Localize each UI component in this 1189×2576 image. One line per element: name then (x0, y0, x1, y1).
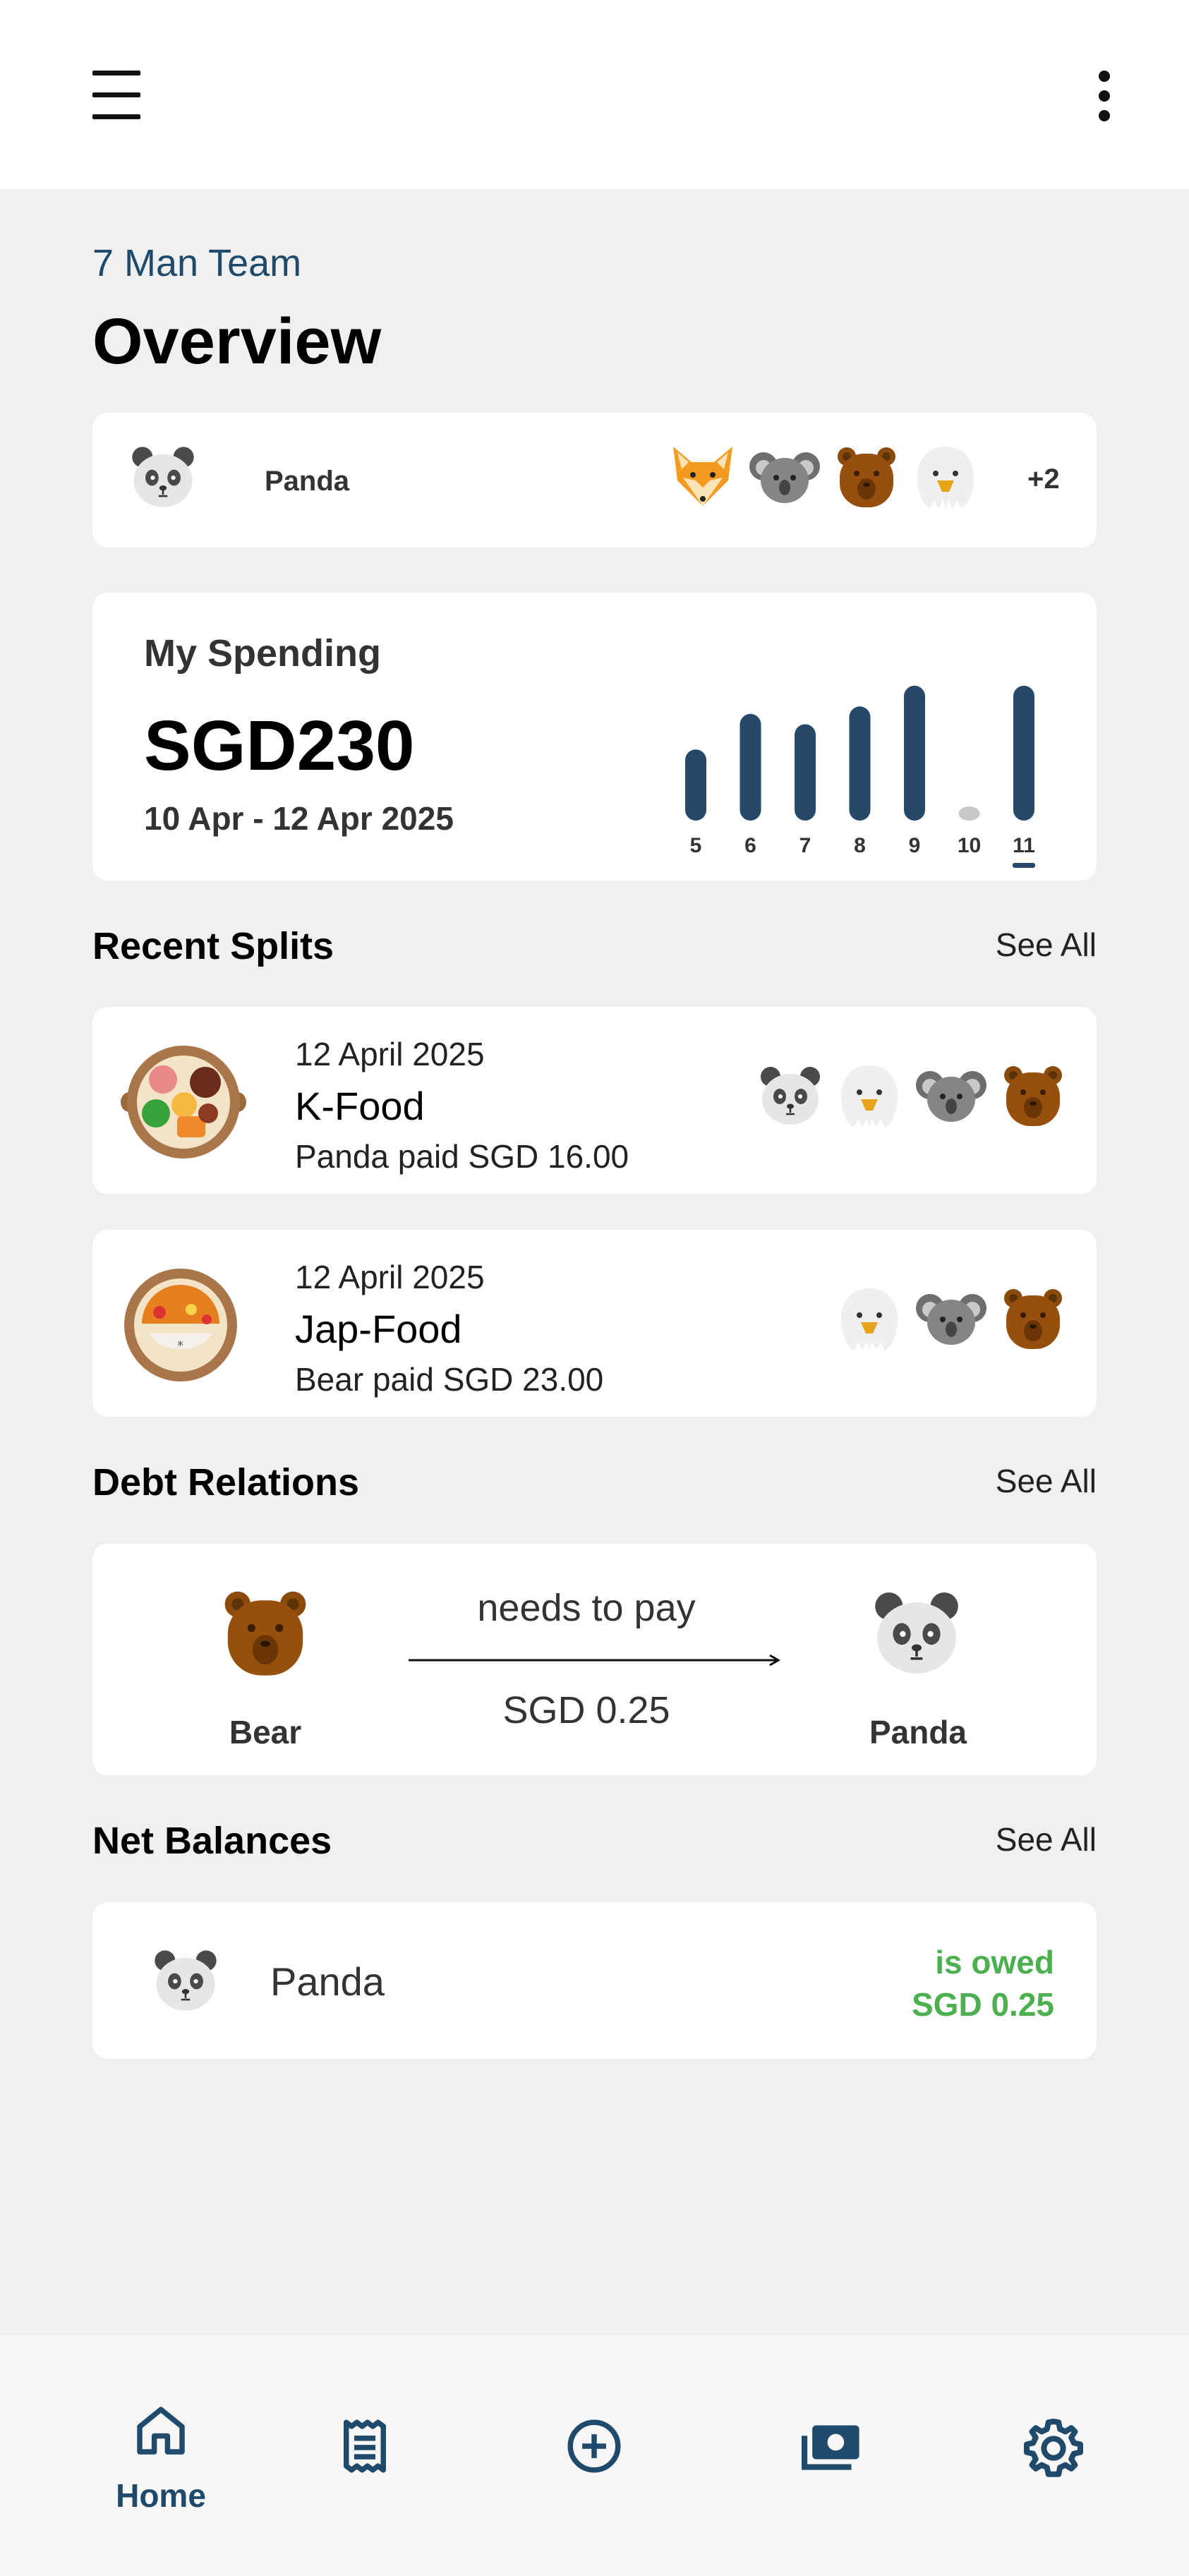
selected-day-indicator (1013, 863, 1035, 868)
member-name: Panda (265, 466, 350, 497)
bottom-navigation: Home (0, 2335, 1189, 2576)
debt-relations-see-all[interactable]: See All (996, 1462, 1097, 1500)
spending-date-range: 10 Apr - 12 Apr 2025 (144, 800, 454, 837)
net-balances-title: Net Balances (92, 1820, 332, 1862)
kebab-icon[interactable] (1090, 71, 1118, 121)
balance-status: is owed (935, 1944, 1054, 1981)
nav-balances[interactable] (760, 2414, 901, 2478)
group-name: 7 Man Team (92, 242, 302, 284)
panda-icon (126, 440, 200, 513)
spending-tick-10: 10 (958, 834, 981, 857)
spending-label: My Spending (144, 632, 381, 675)
more-members-count: +2 (1027, 464, 1060, 495)
spending-tick-9: 9 (909, 834, 921, 857)
net-balance-card[interactable]: Panda is owed SGD 0.25 (92, 1902, 1097, 2059)
balance-amount: SGD 0.25 (912, 1986, 1054, 2023)
spending-bar-6 (740, 713, 761, 821)
debt-relations-title: Debt Relations (92, 1461, 360, 1504)
nav-add[interactable] (524, 2414, 665, 2478)
spending-bar-chart: 5 6 7 8 9 10 11 (685, 685, 1035, 868)
spending-tick-5: 5 (690, 834, 702, 857)
spending-bar-11 (1013, 685, 1034, 821)
creditor-name: Panda (869, 1714, 967, 1750)
member-avatars (668, 441, 981, 512)
koala-icon (747, 441, 823, 512)
fox-icon (668, 441, 738, 512)
split-participants (755, 1060, 1068, 1130)
bear-icon (998, 1060, 1068, 1130)
split-name: K-Food (295, 1084, 425, 1128)
nav-settings[interactable] (983, 2414, 1124, 2482)
eagle-icon (910, 441, 981, 512)
split-card-jap-food[interactable]: * 12 April 2025 Jap-Food Bear paid SGD 2… (92, 1230, 1097, 1417)
koala-icon (913, 1283, 989, 1353)
top-app-bar (0, 0, 1189, 189)
spending-bar-5 (685, 749, 706, 821)
nav-receipts[interactable] (294, 2414, 435, 2478)
spending-tick-6: 6 (744, 834, 756, 857)
recent-splits-see-all[interactable]: See All (996, 926, 1097, 964)
nav-home-label: Home (116, 2477, 206, 2514)
recent-splits-title: Recent Splits (92, 925, 334, 967)
svg-text:*: * (177, 1338, 183, 1353)
eagle-icon (834, 1060, 905, 1130)
eagle-icon (834, 1283, 905, 1353)
koala-icon (913, 1060, 989, 1130)
receipt-icon (344, 2419, 386, 2473)
nav-home[interactable]: Home (90, 2399, 231, 2515)
page-title: Overview (92, 306, 382, 377)
curry-rice-icon: * (124, 1269, 237, 1381)
panda-icon (867, 1583, 966, 1681)
spending-bar-8 (849, 706, 871, 821)
debt-verb: needs to pay (477, 1587, 696, 1629)
spending-tick-7: 7 (799, 834, 811, 857)
bear-icon (998, 1283, 1068, 1353)
spending-card[interactable]: My Spending SGD230 10 Apr - 12 Apr 2025 … (92, 593, 1097, 881)
spending-bar-7 (795, 724, 816, 821)
bear-icon (216, 1583, 315, 1681)
panda-icon (149, 1943, 222, 2016)
debt-relation-card[interactable]: Bear needs to pay SGD 0.25 Panda (92, 1544, 1097, 1775)
split-paid-by: Bear paid SGD 23.00 (295, 1361, 604, 1398)
settings-icon (1024, 2419, 1083, 2477)
spending-bar-9 (904, 685, 925, 821)
split-date: 12 April 2025 (295, 1036, 485, 1072)
add-circle-icon (567, 2419, 621, 2473)
debtor-name: Bear (229, 1714, 302, 1750)
hamburger-icon[interactable] (92, 71, 140, 120)
balance-member-name: Panda (270, 1959, 385, 2004)
cash-icon (802, 2425, 859, 2470)
members-card[interactable]: Panda +2 (92, 413, 1097, 548)
split-name: Jap-Food (295, 1307, 462, 1351)
bear-icon (831, 441, 902, 512)
spending-bar-10 (958, 806, 980, 821)
split-date: 12 April 2025 (295, 1259, 485, 1295)
home-icon (137, 2407, 185, 2455)
spending-amount: SGD230 (144, 706, 415, 785)
split-paid-by: Panda paid SGD 16.00 (295, 1138, 629, 1175)
panda-icon (755, 1060, 826, 1130)
split-card-k-food[interactable]: 12 April 2025 K-Food Panda paid SGD 16.0… (92, 1007, 1097, 1194)
spending-tick-8: 8 (854, 834, 866, 857)
split-participants (834, 1283, 1068, 1353)
bibimbap-icon (121, 1046, 246, 1159)
arrow-right-icon (409, 1654, 780, 1667)
debt-amount: SGD 0.25 (502, 1689, 670, 1731)
spending-tick-11: 11 (1013, 834, 1035, 857)
net-balances-see-all[interactable]: See All (996, 1820, 1097, 1858)
